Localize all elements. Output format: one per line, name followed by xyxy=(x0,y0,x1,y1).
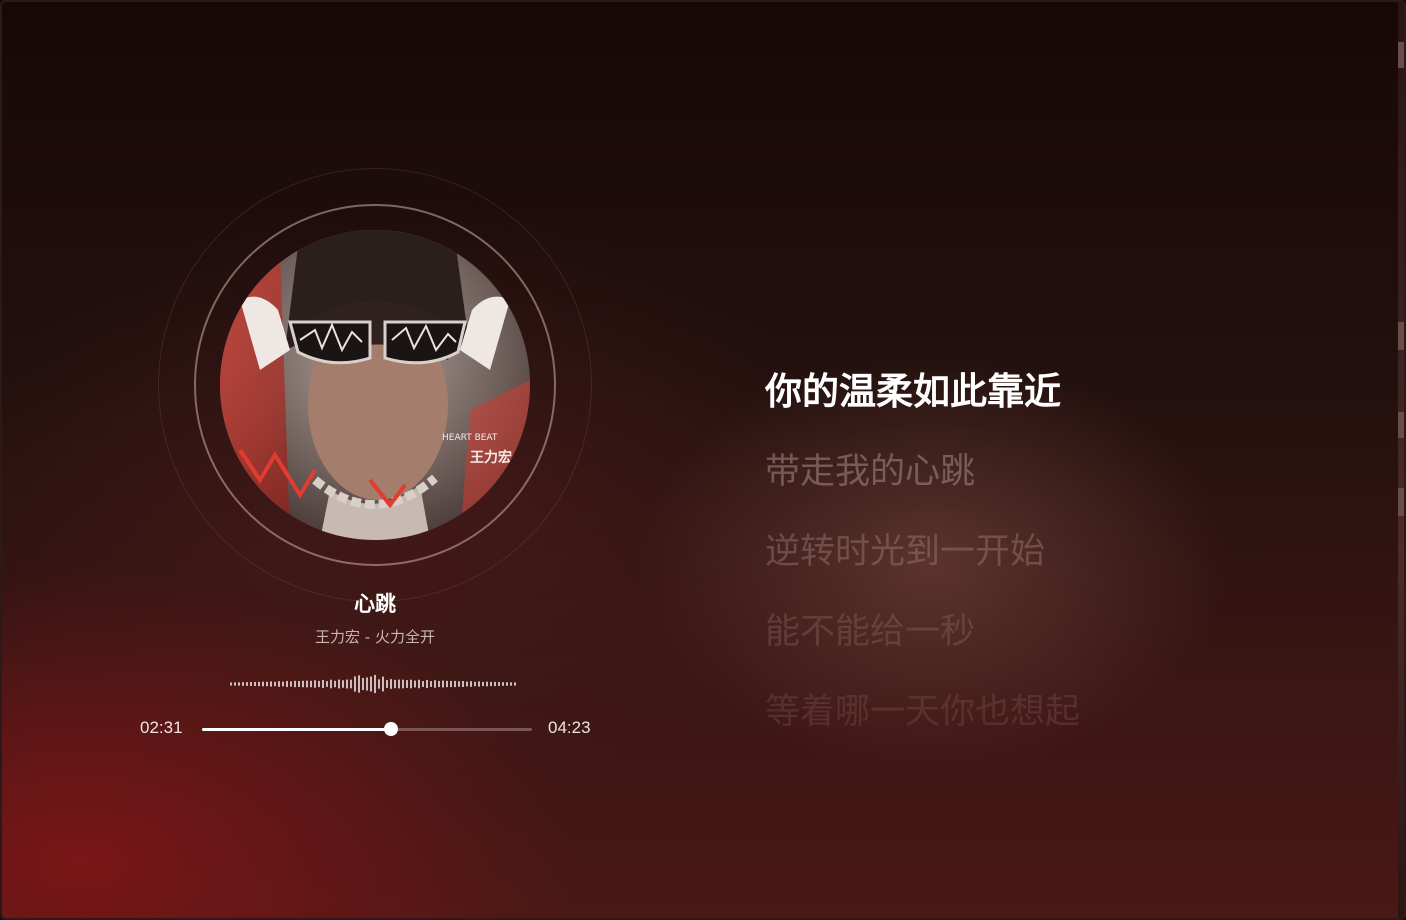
waveform-bar xyxy=(390,679,392,689)
waveform-bar xyxy=(430,681,432,687)
progress-bar[interactable] xyxy=(202,722,532,736)
waveform-bar xyxy=(238,682,240,686)
waveform-bar xyxy=(474,681,476,687)
waveform-bar xyxy=(382,676,384,692)
waveform-bar xyxy=(230,682,232,686)
waveform-bar xyxy=(374,674,376,694)
waveform-bar xyxy=(278,681,280,687)
waveform-bar xyxy=(250,682,252,686)
waveform-bar xyxy=(498,682,500,686)
waveform-bar xyxy=(282,681,284,687)
progress-fill xyxy=(202,728,392,731)
waveform-bar xyxy=(414,680,416,688)
waveform-bar xyxy=(274,681,276,687)
waveform-bar xyxy=(314,680,316,688)
waveform-bar xyxy=(398,679,400,689)
waveform-bar xyxy=(350,679,352,689)
album-cover-header: HEART BEAT xyxy=(442,433,498,443)
waveform-bar xyxy=(406,680,408,688)
waveform-bar xyxy=(234,682,236,686)
waveform-bar xyxy=(510,682,512,686)
waveform-bar xyxy=(370,676,372,692)
waveform-bar xyxy=(426,679,428,689)
waveform-bar xyxy=(466,681,468,687)
waveform-bar xyxy=(358,675,360,693)
waveform-bar xyxy=(458,681,460,687)
waveform-bar xyxy=(302,680,304,688)
waveform-bar xyxy=(470,681,472,687)
lyric-line[interactable]: 带走我的心跳 xyxy=(765,452,1365,492)
waveform-bar xyxy=(338,679,340,689)
waveform-bar xyxy=(462,680,464,688)
lyric-line-current[interactable]: 你的温柔如此靠近 xyxy=(765,372,1365,412)
waveform-bar xyxy=(486,681,488,687)
lyric-line[interactable]: 能不能给一秒 xyxy=(765,612,1365,652)
current-time: 02:31 xyxy=(140,718,183,737)
album-cover-caption: 王力宏 xyxy=(470,449,512,466)
waveform-bar xyxy=(442,680,444,688)
waveform-bar xyxy=(262,681,264,687)
waveform-bar xyxy=(294,680,296,688)
album-cover-art: HEART BEAT 王力宏 xyxy=(220,230,530,540)
waveform-bar xyxy=(502,682,504,686)
waveform-bar xyxy=(306,680,308,688)
waveform-bar xyxy=(334,680,336,688)
audio-waveform xyxy=(230,674,516,694)
waveform-bar xyxy=(366,677,368,691)
waveform-bar xyxy=(354,676,356,692)
waveform-bar xyxy=(270,681,272,687)
waveform-bar xyxy=(298,681,300,687)
waveform-bar xyxy=(258,681,260,687)
waveform-bar xyxy=(286,680,288,688)
waveform-bar xyxy=(482,681,484,687)
waveform-bar xyxy=(362,677,364,691)
song-title: 心跳 xyxy=(354,592,396,616)
waveform-bar xyxy=(438,680,440,688)
waveform-bar xyxy=(450,680,452,688)
waveform-bar xyxy=(494,681,496,687)
waveform-bar xyxy=(454,680,456,688)
song-artist-album: 王力宏 - 火力全开 xyxy=(315,628,435,646)
window-edge xyxy=(1398,2,1404,918)
waveform-bar xyxy=(418,679,420,689)
waveform-bar xyxy=(446,680,448,688)
waveform-bar xyxy=(422,681,424,687)
waveform-bar xyxy=(290,681,292,687)
waveform-bar xyxy=(246,682,248,686)
waveform-bar xyxy=(434,680,436,688)
waveform-bar xyxy=(254,681,256,687)
waveform-bar xyxy=(346,679,348,689)
lyric-line[interactable]: 逆转时光到一开始 xyxy=(765,532,1365,572)
waveform-bar xyxy=(318,680,320,688)
lyrics-panel: 你的温柔如此靠近 带走我的心跳 逆转时光到一开始 能不能给一秒 等着哪一天你也想… xyxy=(765,372,1365,772)
waveform-bar xyxy=(326,681,328,687)
waveform-bar xyxy=(266,681,268,687)
progress-thumb[interactable] xyxy=(384,722,399,736)
waveform-bar xyxy=(242,682,244,686)
waveform-bar xyxy=(410,679,412,689)
total-time: 04:23 xyxy=(548,718,591,737)
waveform-bar xyxy=(490,681,492,687)
waveform-bar xyxy=(402,679,404,689)
lyric-line[interactable]: 等着哪一天你也想起 xyxy=(765,692,1365,732)
waveform-bar xyxy=(330,679,332,689)
album-cover: HEART BEAT 王力宏 xyxy=(220,230,530,540)
waveform-bar xyxy=(342,680,344,688)
waveform-bar xyxy=(394,679,396,689)
player-window: HEART BEAT 王力宏 心跳 王力宏 - 火力全开 02:31 04:23… xyxy=(0,0,1406,920)
waveform-bar xyxy=(514,682,516,686)
waveform-bar xyxy=(310,680,312,688)
waveform-bar xyxy=(478,681,480,687)
waveform-bar xyxy=(378,679,380,689)
waveform-bar xyxy=(322,679,324,689)
waveform-bar xyxy=(506,682,508,686)
waveform-bar xyxy=(386,680,388,688)
